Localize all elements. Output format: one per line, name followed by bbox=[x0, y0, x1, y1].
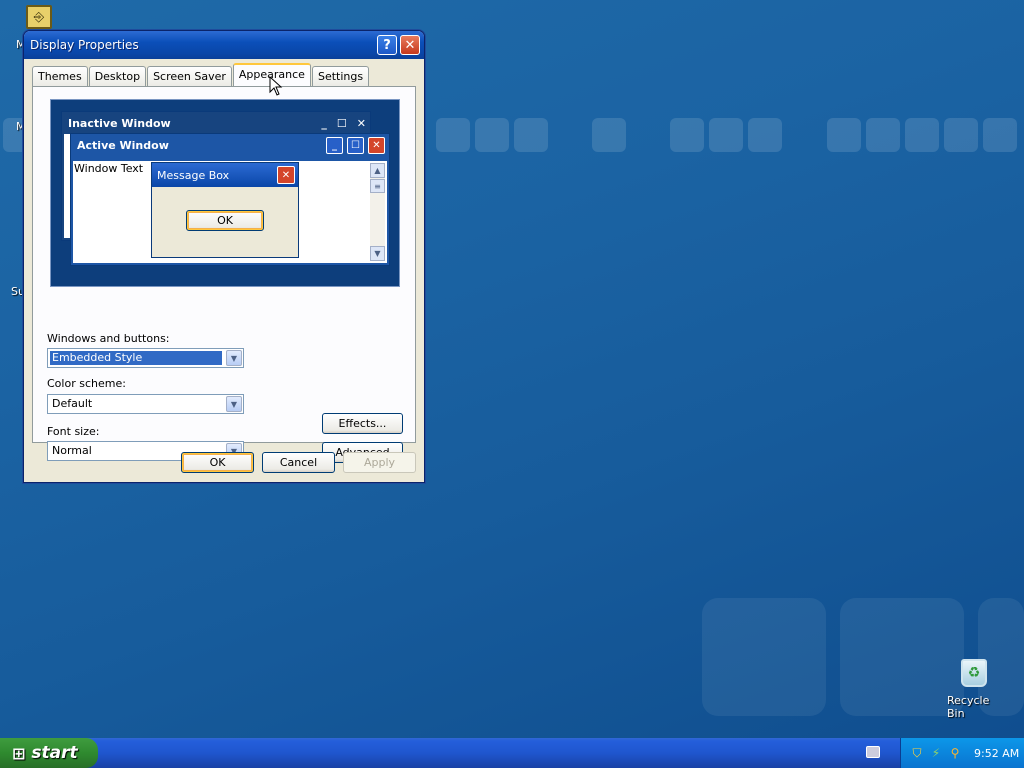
close-icon: ✕ bbox=[368, 136, 385, 154]
desktop-tile bbox=[983, 118, 1017, 152]
start-button[interactable]: ⊞ start bbox=[0, 738, 98, 768]
windows-buttons-value: Embedded Style bbox=[49, 350, 223, 366]
scroll-down-icon: ▼ bbox=[370, 246, 385, 261]
desktop-tile bbox=[944, 118, 978, 152]
desktop-tile bbox=[866, 118, 900, 152]
dropdown-arrow-icon: ▼ bbox=[226, 350, 242, 366]
system-tray: ⛉ ⚡ ⚲ 9:52 AM bbox=[900, 738, 1024, 768]
program-icon: ⎆ bbox=[33, 9, 45, 25]
scroll-up-icon: ▲ bbox=[370, 163, 385, 178]
desktop-tile bbox=[905, 118, 939, 152]
start-label: start bbox=[31, 743, 78, 763]
close-icon: ✕ bbox=[404, 37, 416, 53]
appearance-preview: Inactive Window _ ☐ ✕ Active Window _ ☐ … bbox=[50, 99, 400, 287]
desktop-icon-program[interactable]: ⎆ bbox=[26, 5, 52, 29]
desktop-tile bbox=[827, 118, 861, 152]
inactive-window-title: Inactive Window bbox=[68, 116, 171, 130]
message-box-titlebar: Message Box ✕ bbox=[152, 163, 298, 187]
desktop-tile bbox=[475, 118, 509, 152]
color-scheme-label: Color scheme: bbox=[47, 377, 126, 390]
recycle-bin[interactable]: ♻ Recycle Bin bbox=[944, 656, 1004, 720]
close-icon: ✕ bbox=[277, 166, 295, 184]
appearance-panel: Inactive Window _ ☐ ✕ Active Window _ ☐ … bbox=[32, 86, 416, 463]
font-size-value: Normal bbox=[52, 444, 92, 457]
network-icon[interactable]: ⚡ bbox=[928, 745, 944, 761]
dialog-titlebar[interactable]: Display Properties ? ✕ bbox=[24, 31, 424, 59]
desktop-tile bbox=[709, 118, 743, 152]
mouse-cursor-icon bbox=[269, 76, 283, 96]
cancel-button[interactable]: Cancel bbox=[262, 452, 335, 473]
tab-settings[interactable]: Settings bbox=[311, 66, 370, 86]
desktop-tile bbox=[670, 118, 704, 152]
recycle-bin-label: Recycle Bin bbox=[947, 694, 990, 720]
close-button[interactable]: ✕ bbox=[400, 35, 420, 55]
active-window-titlebar: Active Window _ ☐ ✕ bbox=[71, 134, 389, 156]
maximize-icon: ☐ bbox=[347, 136, 364, 154]
maximize-icon: ☐ bbox=[336, 116, 347, 130]
dropdown-arrow-icon: ▼ bbox=[226, 396, 242, 412]
minimize-icon: _ bbox=[321, 116, 327, 130]
security-shield-icon[interactable]: ⛉ bbox=[909, 745, 925, 761]
preview-scrollbar: ▲ ≡ ▼ bbox=[370, 163, 385, 261]
active-window-title: Active Window bbox=[77, 138, 169, 152]
message-box-ok-button: OK bbox=[186, 210, 264, 231]
close-icon: ✕ bbox=[356, 116, 366, 130]
desktop-tile bbox=[702, 598, 826, 716]
dialog-title: Display Properties bbox=[30, 38, 139, 52]
search-icon[interactable]: ⚲ bbox=[947, 745, 963, 761]
tab-screen-saver[interactable]: Screen Saver bbox=[147, 66, 232, 86]
message-box-preview: Message Box ✕ OK bbox=[151, 162, 299, 258]
apply-button[interactable]: Apply bbox=[343, 452, 416, 473]
keyboard-icon[interactable] bbox=[866, 746, 880, 758]
minimize-icon: _ bbox=[326, 136, 343, 154]
tab-desktop[interactable]: Desktop bbox=[88, 66, 147, 86]
color-scheme-value: Default bbox=[52, 397, 93, 410]
ok-button[interactable]: OK bbox=[181, 452, 254, 473]
tab-themes[interactable]: Themes bbox=[32, 66, 88, 86]
desktop-tile bbox=[436, 118, 470, 152]
tab-strip: Themes Desktop Screen Saver Appearance S… bbox=[32, 63, 370, 86]
windows-buttons-label: Windows and buttons: bbox=[47, 332, 170, 345]
desktop-tile bbox=[748, 118, 782, 152]
desktop-tile bbox=[592, 118, 626, 152]
font-size-label: Font size: bbox=[47, 425, 100, 438]
effects-button[interactable]: Effects... bbox=[322, 413, 403, 434]
display-properties-dialog: Display Properties ? ✕ Themes Desktop Sc… bbox=[23, 30, 425, 483]
desktop-tile bbox=[514, 118, 548, 152]
inactive-window-titlebar: Inactive Window _ ☐ ✕ bbox=[62, 112, 370, 134]
color-scheme-select[interactable]: Default ▼ bbox=[47, 394, 244, 414]
windows-buttons-select[interactable]: Embedded Style ▼ bbox=[47, 348, 244, 368]
recycle-bin-icon: ♻ bbox=[961, 659, 987, 687]
help-icon: ? bbox=[383, 37, 391, 53]
taskbar: ⊞ start ⛉ ⚡ ⚲ 9:52 AM bbox=[0, 738, 1024, 768]
help-button[interactable]: ? bbox=[377, 35, 397, 55]
window-text-sample: Window Text bbox=[74, 162, 144, 175]
clock[interactable]: 9:52 AM bbox=[974, 747, 1019, 760]
scroll-thumb: ≡ bbox=[370, 179, 385, 193]
windows-flag-icon: ⊞ bbox=[12, 743, 26, 763]
message-box-title: Message Box bbox=[157, 168, 230, 182]
